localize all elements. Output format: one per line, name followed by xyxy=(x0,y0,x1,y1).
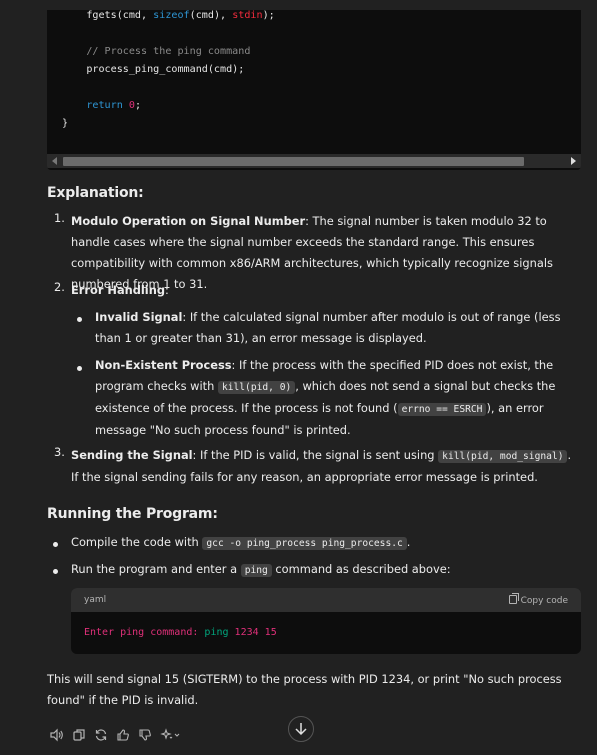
code-token: ; xyxy=(134,100,142,111)
code-body: Enter ping command: ping 1234 15 xyxy=(84,627,277,638)
code-line: return 0; xyxy=(62,97,275,115)
closing-paragraph: This will send signal 15 (SIGTERM) to th… xyxy=(47,672,562,707)
item-title: Error Handling xyxy=(71,283,165,297)
copy-icon[interactable] xyxy=(72,728,86,742)
scroll-to-bottom-button[interactable] xyxy=(288,716,314,742)
item-title: Modulo Operation on Signal Number xyxy=(71,214,306,228)
copy-code-button[interactable]: Copy code xyxy=(508,593,568,606)
yaml-number: 1234 xyxy=(234,627,259,638)
item-body: : If the PID is valid, the signal is sen… xyxy=(192,448,439,462)
inline-code: kill(pid, 0) xyxy=(217,381,296,394)
code-token: process_ping_command(cmd); xyxy=(86,64,245,75)
code-line: // Process the ping command xyxy=(62,43,275,61)
code-token: return xyxy=(86,100,123,111)
code-token: } xyxy=(62,118,69,129)
explanation-heading: Explanation: xyxy=(47,185,144,201)
item-body: command as described above: xyxy=(271,562,451,576)
scroll-left-icon[interactable] xyxy=(52,157,57,165)
code-block: printf("Enter ping command: "); fgets(cm… xyxy=(47,0,581,170)
top-bar xyxy=(0,0,597,10)
code-language: yaml xyxy=(84,595,107,605)
item-body: : xyxy=(164,283,169,297)
code-token: ); xyxy=(262,10,275,21)
yaml-key: Enter ping command: xyxy=(84,627,199,638)
list-item-text: Error Handling: xyxy=(71,280,581,301)
sparkle-model-icon[interactable] xyxy=(160,728,182,742)
code-line: process_ping_command(cmd); xyxy=(62,61,275,79)
list-number: 1. xyxy=(54,211,65,225)
bullet xyxy=(77,366,82,371)
item-body: Compile the code with xyxy=(71,535,203,549)
code-token: (cmd), xyxy=(189,10,233,21)
read-aloud-icon[interactable] xyxy=(50,728,64,742)
inline-code: ping xyxy=(240,564,272,577)
scroll-right-icon[interactable] xyxy=(571,157,576,165)
code-line: } xyxy=(62,115,275,133)
list-item-text: Sending the Signal: If the PID is valid,… xyxy=(71,445,581,488)
code-lines: printf("Enter ping command: "); fgets(cm… xyxy=(62,0,275,133)
code-token: fgets(cmd, xyxy=(86,10,154,21)
item-body: Run the program and enter a xyxy=(71,562,241,576)
list-number: 2. xyxy=(54,280,65,294)
list-item: Non-Existent Process: If the process wit… xyxy=(95,355,581,441)
code-header: yaml Copy code xyxy=(71,588,581,612)
copy-code-label: Copy code xyxy=(520,596,568,606)
regenerate-icon[interactable] xyxy=(94,728,108,742)
thumbs-up-icon[interactable] xyxy=(116,728,130,742)
item-title: Sending the Signal xyxy=(71,448,193,462)
code-token: sizeof xyxy=(153,10,190,21)
yaml-number: 15 xyxy=(264,627,277,638)
inline-code: gcc -o ping_process ping_process.c xyxy=(202,537,407,550)
item-body: . xyxy=(406,535,411,549)
inline-code: kill(pid, mod_signal) xyxy=(438,450,568,463)
horizontal-scrollbar[interactable] xyxy=(47,154,581,168)
yaml-code-block: yaml Copy code Enter ping command: ping … xyxy=(71,588,581,654)
thumbs-down-icon[interactable] xyxy=(138,728,152,742)
list-item: Compile the code with gcc -o ping_proces… xyxy=(71,532,591,554)
running-heading: Running the Program: xyxy=(47,506,218,522)
inline-code: errno == ESRCH xyxy=(397,403,487,416)
code-token: stdin xyxy=(232,10,263,21)
copy-icon xyxy=(508,593,519,604)
yaml-value: ping xyxy=(204,627,229,638)
code-token: // Process the ping command xyxy=(86,46,251,57)
scrollbar-thumb[interactable] xyxy=(63,157,524,166)
arrow-down-icon xyxy=(295,723,307,736)
bullet xyxy=(53,542,58,547)
bullet xyxy=(77,317,82,322)
bullet xyxy=(53,569,58,574)
list-item: Invalid Signal: If the calculated signal… xyxy=(95,307,581,349)
item-title: Non-Existent Process xyxy=(95,358,232,372)
list-number: 3. xyxy=(54,445,65,459)
list-item: Run the program and enter a ping command… xyxy=(71,559,591,581)
item-title: Invalid Signal xyxy=(95,310,183,324)
